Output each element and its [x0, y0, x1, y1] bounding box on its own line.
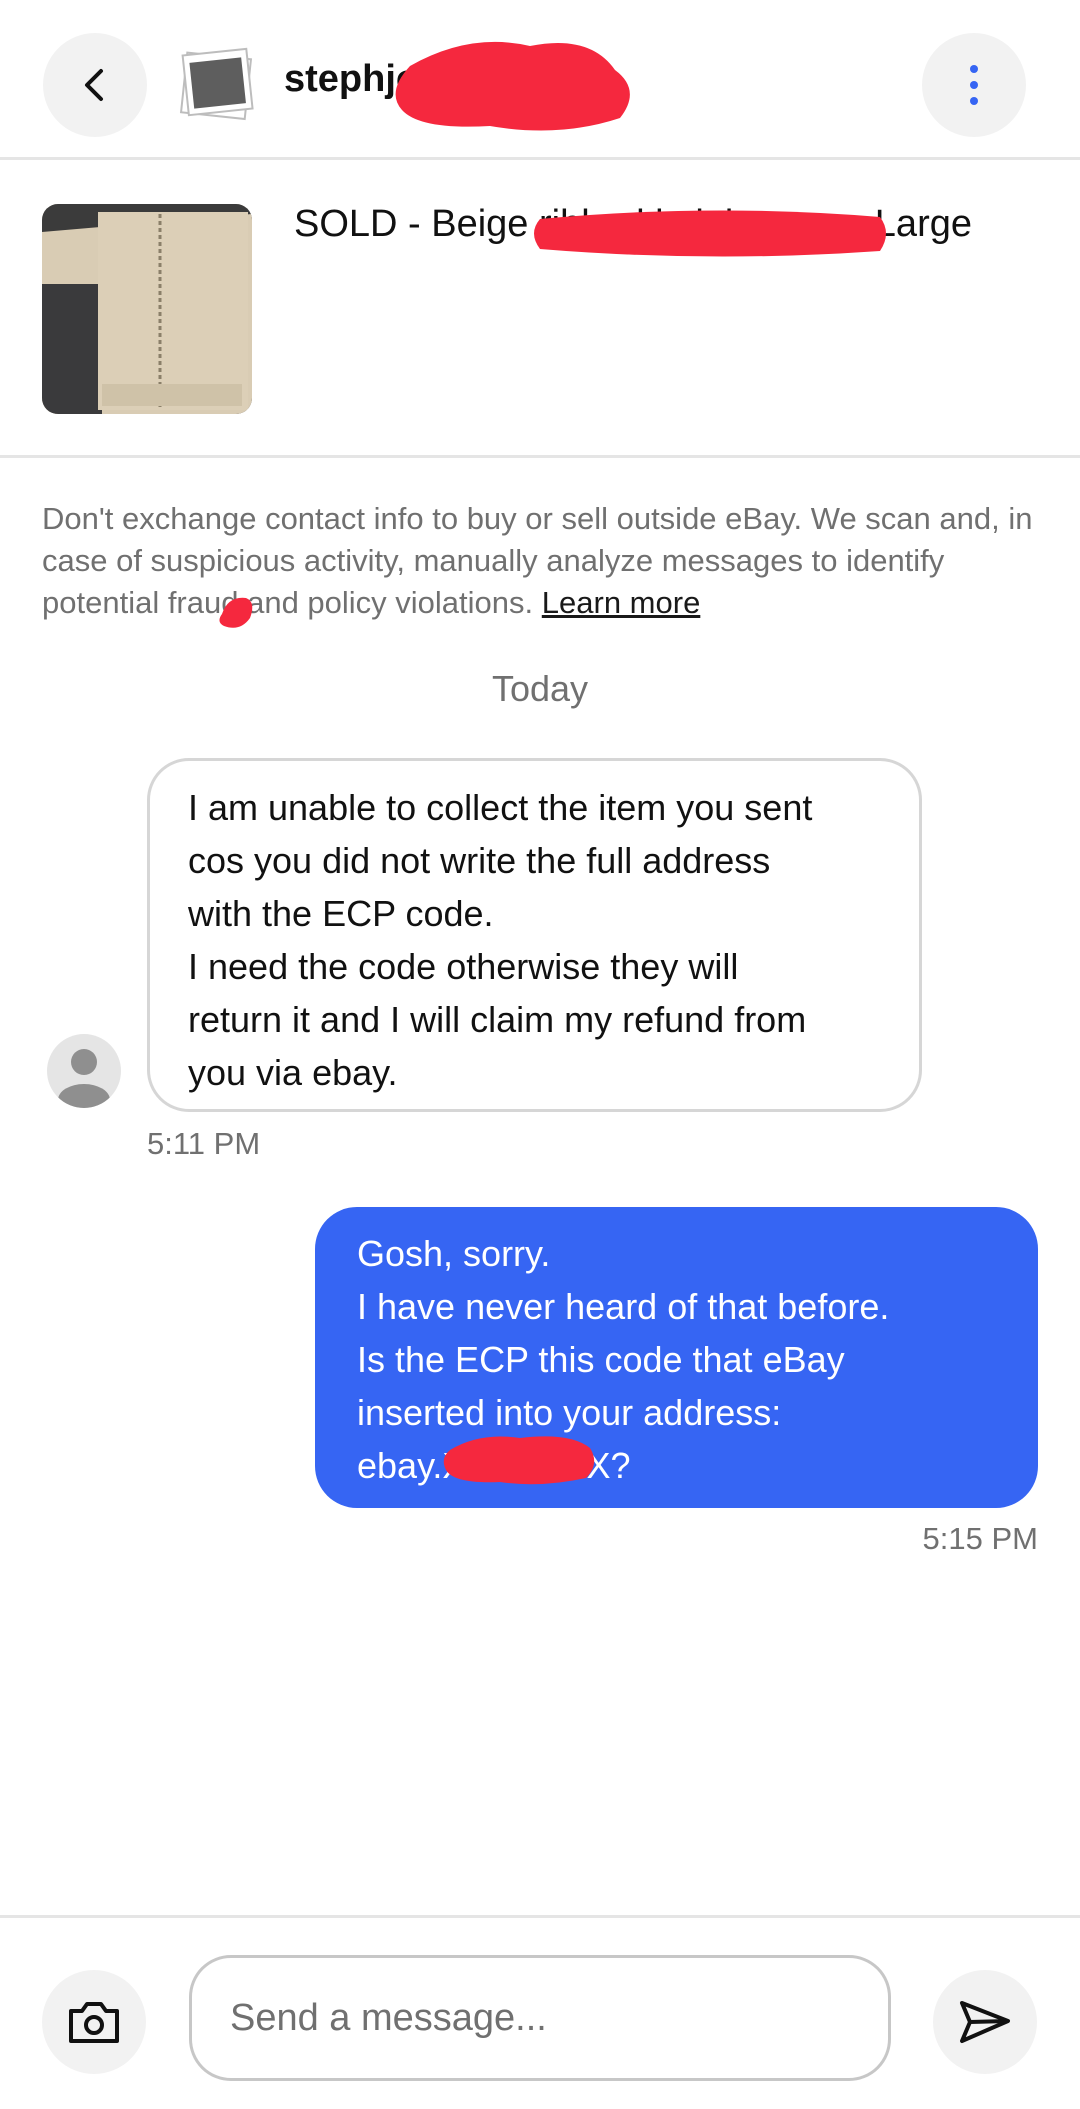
item-photo[interactable]	[42, 204, 252, 414]
sender-avatar	[47, 1034, 121, 1108]
message-line: I need the code otherwise they will	[188, 946, 739, 987]
camera-icon	[69, 2002, 119, 2043]
message-line: I am unable to collect the item you sent	[188, 787, 813, 828]
message-bubble-outgoing[interactable]: Gosh, sorry. I have never heard of that …	[315, 1207, 1038, 1508]
send-button[interactable]	[933, 1970, 1037, 2074]
message-line: I have never heard of that before.	[357, 1286, 890, 1327]
message-composer	[0, 1915, 1080, 2109]
listing-thumbnail-icon[interactable]	[178, 46, 258, 126]
back-button[interactable]	[43, 33, 147, 137]
send-icon	[960, 2001, 1010, 2043]
message-input[interactable]	[189, 1955, 891, 2081]
message-line: Gosh, sorry.	[357, 1233, 551, 1274]
message-timestamp: 5:15 PM	[922, 1521, 1038, 1556]
message-line: cos you did not write the full address	[188, 840, 771, 881]
listing-summary[interactable]: SOLD - Beige ribbed knit jumper - Large	[0, 163, 1080, 458]
learn-more-link[interactable]: Learn more	[542, 585, 701, 620]
message-line: Is the ECP this code that eBay	[357, 1339, 845, 1380]
message-bubble-incoming[interactable]: I am unable to collect the item you sent…	[147, 758, 922, 1112]
conversation-header: stephjo	[0, 0, 1080, 160]
message-line: ebay.XXXXXXX?	[357, 1445, 631, 1486]
chevron-left-icon	[85, 69, 103, 101]
sweater-image-icon	[42, 204, 252, 414]
listing-title[interactable]: SOLD - Beige ribbed knit jumper - Large	[294, 203, 972, 246]
camera-button[interactable]	[42, 1970, 146, 2074]
user-icon	[58, 1049, 110, 1108]
username[interactable]: stephjo	[284, 58, 419, 101]
message-line: inserted into your address:	[357, 1392, 782, 1433]
message-line: with the ECP code.	[188, 893, 494, 934]
redaction-mark	[395, 41, 630, 131]
message-timestamp: 5:11 PM	[147, 1126, 261, 1161]
message-line: you via ebay.	[188, 1052, 398, 1093]
notice-text: Don't exchange contact info to buy or se…	[42, 501, 1033, 620]
more-vertical-icon	[970, 65, 978, 105]
date-separator: Today	[491, 668, 589, 709]
more-options-button[interactable]	[922, 33, 1026, 137]
safety-notice: Don't exchange contact info to buy or se…	[42, 498, 1042, 624]
message-line: return it and I will claim my refund fro…	[188, 999, 807, 1040]
